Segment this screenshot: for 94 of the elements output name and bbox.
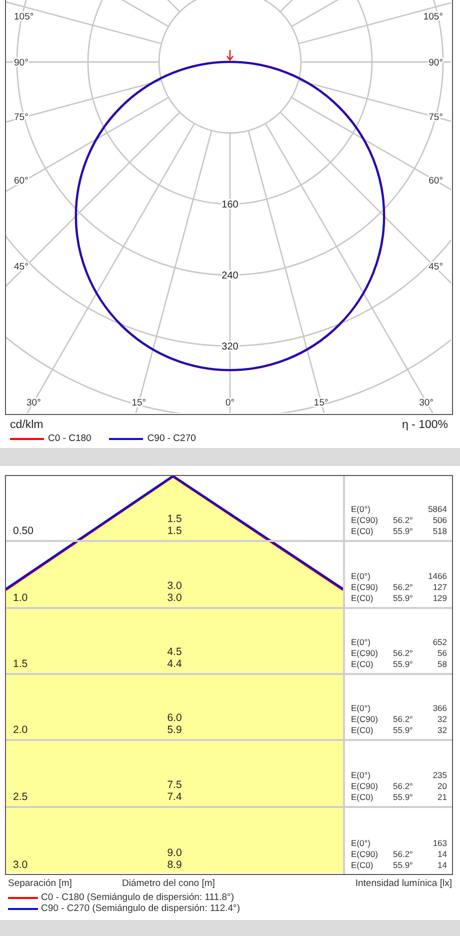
angle-value: 55.9° — [393, 592, 413, 603]
arrow-icon — [226, 50, 234, 62]
angle-label: 15° — [132, 398, 146, 408]
illuminance-label: E(C0) — [351, 792, 374, 803]
cone-diameter: 1.5 — [167, 513, 182, 526]
illuminance-label: E(0°) — [351, 838, 372, 849]
illuminance-value: 32 — [438, 714, 447, 726]
angle-value: 56.2° — [393, 648, 413, 658]
legend-label: C90 - C270 — [147, 432, 196, 445]
angle-value: 56.2° — [393, 714, 413, 724]
cone-diameter: 3.0 — [167, 592, 182, 604]
illuminance-value: 652 — [432, 637, 447, 648]
angle-label: 60° — [14, 175, 28, 186]
cone-diameter: 3.0 — [167, 580, 182, 592]
illuminance-label: E(0°) — [351, 770, 372, 781]
angle-value: 56.2° — [393, 582, 413, 592]
illuminance-label: E(C90) — [351, 515, 379, 526]
angle-label: 30° — [419, 398, 434, 408]
separation-value: 2.0 — [12, 724, 29, 736]
illuminance-value: 5864 — [428, 504, 447, 516]
illuminance-value: 129 — [432, 592, 447, 604]
illuminance-value: 127 — [432, 582, 447, 593]
efficiency-label: η - 100% — [402, 419, 448, 432]
illuminance-label: E(C0) — [351, 526, 374, 538]
illuminance-label: E(C90) — [351, 714, 379, 726]
unit-label: cd/klm — [10, 419, 44, 432]
illuminance-label: E(C90) — [351, 648, 379, 659]
angle-value: 55.9° — [393, 526, 413, 536]
illuminance-label: E(C0) — [351, 860, 374, 871]
cone-diameter: 8.9 — [167, 859, 182, 871]
separation-value: 1.5 — [12, 658, 29, 670]
cone-diameter: 1.5 — [167, 525, 182, 538]
angle-value: 55.9° — [393, 792, 413, 802]
intensity-label: 240 — [222, 270, 238, 282]
angle-label: 45° — [14, 262, 28, 272]
cone-diameter: 7.4 — [167, 790, 182, 803]
cone-diameter: 4.4 — [167, 658, 182, 670]
illuminance-label: E(C90) — [351, 780, 379, 792]
angle-label: 15° — [314, 398, 328, 408]
cone-diameter: 6.0 — [167, 712, 182, 724]
angle-value: 55.9° — [393, 860, 413, 870]
separation-value: 1.0 — [12, 592, 29, 604]
illuminance-value: 518 — [432, 526, 447, 538]
illuminance-label: E(C0) — [351, 592, 374, 604]
angle-label: 0° — [225, 398, 235, 408]
angle-value: 56.2° — [393, 515, 413, 526]
axis-label: Diámetro del cono [m] — [122, 877, 216, 890]
illuminance-value: 21 — [438, 792, 447, 803]
intensity-label: 320 — [222, 342, 238, 352]
angle-value: 56.2° — [393, 849, 413, 859]
angle-label: 90° — [14, 58, 28, 68]
angle-label: 75° — [14, 112, 28, 124]
illuminance-value: 163 — [432, 838, 447, 849]
angle-label: 75° — [428, 112, 443, 124]
illuminance-label: E(C0) — [351, 659, 374, 670]
illuminance-value: 56 — [438, 648, 447, 659]
legend-label: C90 - C270 (Semiángulo de dispersión: 112.4°) — [41, 903, 240, 914]
legend-label: C0 - C180 — [48, 432, 92, 445]
separation-value: 0.50 — [12, 525, 34, 538]
illuminance-value: 14 — [438, 860, 447, 871]
illuminance-label: E(0°) — [351, 637, 372, 648]
illuminance-value: 1466 — [428, 570, 447, 582]
illuminance-value: 20 — [438, 780, 447, 792]
illuminance-label: E(C90) — [351, 582, 379, 593]
angle-label: 90° — [428, 58, 443, 68]
illuminance-value: 32 — [438, 725, 447, 736]
separation-value: 2.5 — [12, 790, 29, 803]
axis-label: Separación [m] — [8, 877, 73, 890]
legend-label: C0 - C180 (Semiángulo de dispersión: 111.8°) — [41, 892, 234, 903]
intensity-label: 160 — [222, 200, 238, 210]
cone-diameter: 9.0 — [167, 847, 182, 859]
cone-diameter: 4.5 — [167, 646, 182, 658]
illuminance-label: E(C90) — [351, 849, 379, 860]
cone-diameter: 5.9 — [167, 724, 182, 736]
cone-diameter: 7.5 — [167, 778, 182, 791]
illuminance-value: 235 — [432, 770, 447, 781]
angle-value: 55.9° — [393, 725, 413, 736]
angle-value: 55.9° — [393, 659, 413, 669]
illuminance-value: 14 — [438, 849, 447, 860]
angle-label: 105° — [14, 12, 34, 22]
angle-label: 105° — [423, 12, 443, 22]
illuminance-value: 366 — [432, 703, 447, 714]
angle-value: 56.2° — [393, 780, 413, 791]
angle-label: 45° — [428, 262, 443, 272]
separation-value: 3.0 — [12, 859, 29, 871]
illuminance-label: E(0°) — [351, 570, 372, 582]
illuminance-value: 506 — [432, 515, 447, 526]
illuminance-label: E(C0) — [351, 725, 374, 736]
axis-label: Intensidad lumínica [lx] — [355, 877, 452, 890]
angle-label: 30° — [26, 398, 41, 408]
illuminance-label: E(0°) — [351, 504, 372, 516]
illuminance-value: 58 — [438, 659, 447, 670]
angle-label: 60° — [428, 175, 443, 186]
illuminance-label: E(0°) — [351, 703, 372, 714]
